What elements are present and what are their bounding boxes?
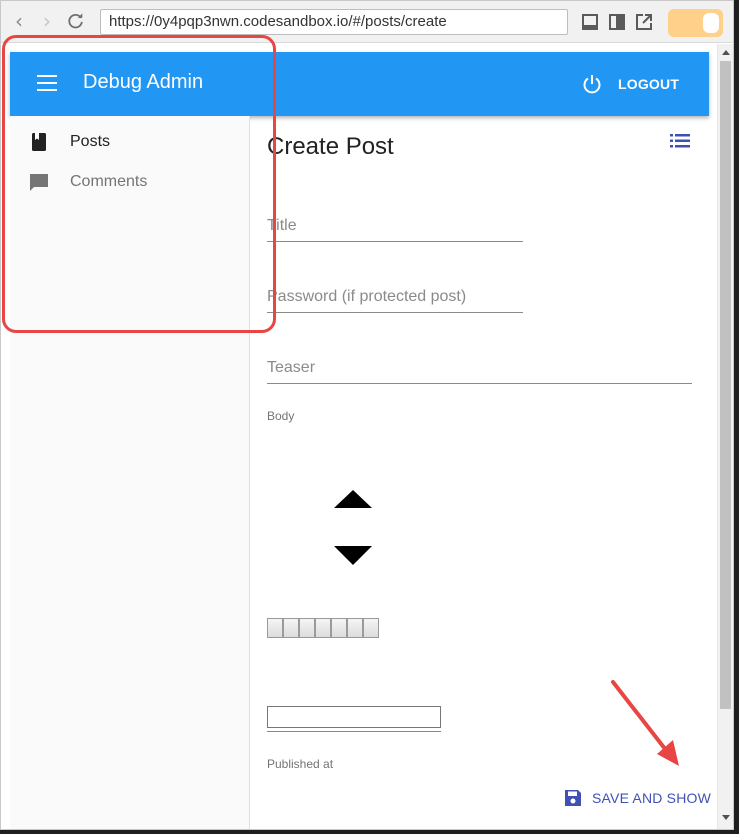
sidebar-item-comments[interactable]: Comments — [10, 164, 250, 200]
published-label: Published at — [267, 757, 334, 768]
logout-label: LOGOUT — [618, 76, 680, 92]
url-input[interactable]: https://0y4pqp3nwn.codesandbox.io/#/post… — [100, 9, 568, 35]
scrollbar[interactable] — [717, 44, 733, 829]
sidebar: Posts Comments — [10, 116, 250, 829]
create-post-form: Create Post Title Password (if protected… — [251, 116, 717, 829]
body-label: Body — [267, 409, 295, 423]
scroll-up-icon[interactable] — [722, 50, 730, 55]
toggle-knob — [703, 13, 719, 33]
password-label: Password (if protected post) — [267, 288, 467, 305]
forward-icon[interactable]: › — [43, 10, 51, 32]
editor-button[interactable] — [363, 618, 379, 638]
open-external-icon[interactable] — [635, 13, 653, 31]
back-icon[interactable]: ‹ — [15, 10, 23, 32]
password-field[interactable]: Password (if protected post) — [267, 283, 523, 313]
reload-icon[interactable] — [67, 12, 85, 30]
sidebar-item-posts[interactable]: Posts — [10, 124, 250, 160]
editor-button[interactable] — [347, 618, 363, 638]
split-panel-icon[interactable] — [608, 13, 626, 31]
date-input[interactable] — [267, 706, 441, 728]
app-title: Debug Admin — [83, 71, 204, 93]
editor-button[interactable] — [283, 618, 299, 638]
date-underline — [267, 731, 441, 732]
editor-button[interactable] — [331, 618, 347, 638]
teaser-field[interactable]: Teaser — [267, 354, 692, 384]
list-icon[interactable] — [670, 133, 690, 149]
scroll-thumb[interactable] — [720, 61, 731, 709]
teaser-label: Teaser — [267, 359, 316, 376]
sidebar-item-label: Comments — [70, 173, 148, 190]
title-field[interactable]: Title — [267, 212, 523, 242]
admin-app: Debug Admin LOGOUT Posts Comments Create… — [10, 44, 717, 829]
save-icon — [565, 790, 581, 806]
browser-window: ‹ › https://0y4pqp3nwn.codesandbox.io/#/… — [0, 0, 734, 830]
app-bar: Debug Admin LOGOUT — [10, 52, 709, 116]
logout-button[interactable]: LOGOUT — [582, 70, 679, 98]
book-icon — [32, 133, 46, 151]
caret-up-icon[interactable] — [334, 490, 372, 508]
editor-button[interactable] — [267, 618, 283, 638]
save-and-show-button[interactable]: SAVE AND SHOW — [564, 786, 711, 810]
scroll-down-icon[interactable] — [722, 815, 730, 820]
toggle-switch[interactable] — [668, 9, 723, 37]
caret-down-icon[interactable] — [334, 546, 372, 565]
chat-bubble-icon — [30, 174, 48, 191]
menu-icon[interactable] — [37, 75, 57, 91]
sidebar-item-label: Posts — [70, 133, 111, 150]
power-icon — [583, 75, 601, 94]
save-and-show-label: SAVE AND SHOW — [592, 790, 712, 806]
browser-toolbar: ‹ › https://0y4pqp3nwn.codesandbox.io/#/… — [1, 1, 733, 43]
page-title: Create Post — [267, 133, 394, 160]
editor-toolbar — [267, 618, 379, 638]
editor-button[interactable] — [315, 618, 331, 638]
title-label: Title — [267, 217, 297, 234]
editor-button[interactable] — [299, 618, 315, 638]
minimize-panel-icon[interactable] — [581, 13, 599, 31]
